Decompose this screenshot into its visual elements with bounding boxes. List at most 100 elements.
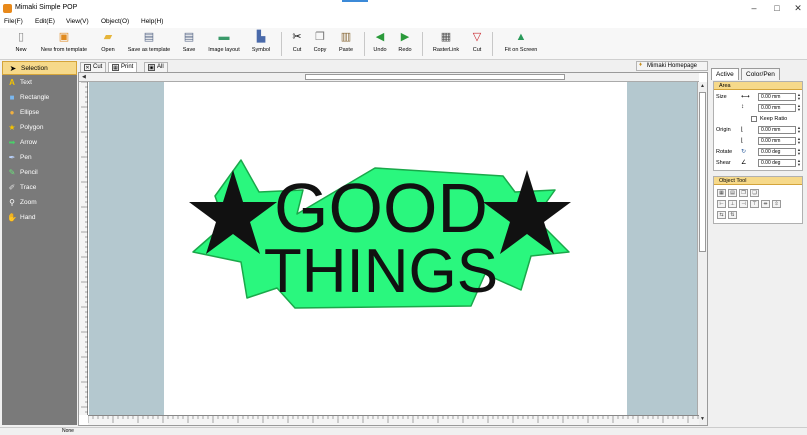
save-as-template-button[interactable]: ▤ Save as template [122,30,176,58]
horizontal-ruler [88,415,699,425]
ellipse-icon: ● [9,108,15,117]
toolbar-separator [492,32,493,56]
align-center-icon[interactable]: ⊥ [728,200,737,208]
front-icon[interactable]: ❐ [739,189,748,197]
fit-on-screen-button[interactable]: ▲ Fit on Screen [500,30,542,58]
menu-view[interactable]: View(V) [66,18,89,25]
flip-icon[interactable]: ⇅ [728,211,737,219]
distribute-v-icon[interactable]: ⇳ [772,200,781,208]
scroll-thumb[interactable] [305,74,565,80]
paste-button[interactable]: ▥ Paste [335,30,357,58]
height-input[interactable]: 0.00 mm [758,104,796,112]
arrow-icon: ➡ [8,138,16,147]
tool-text[interactable]: A Text [2,76,77,90]
height-icon: ↕ [741,104,744,110]
object-tool-title: Object Tool [714,177,802,185]
align-top-icon[interactable]: ⊤ [750,200,759,208]
good-things-artwork[interactable]: GOOD THINGS [185,156,575,316]
rotate-spinner[interactable]: ▲ ▼ [797,148,803,156]
origin-x-icon: ⌊ [741,127,744,133]
align-right-icon[interactable]: ⊣ [739,200,748,208]
arrow-cursor-icon: ➤ [9,64,17,73]
tool-rectangle[interactable]: ■ Rectangle [2,91,77,105]
mimaki-homepage-link[interactable]: ♦ Mimaki Homepage [636,61,708,71]
group-icon[interactable]: ▦ [717,189,726,197]
tab-cut[interactable]: ✕ Cut [80,62,107,72]
tab-color-pen[interactable]: Color/Pen [741,68,780,80]
distribute-h-icon[interactable]: ⇹ [761,200,770,208]
vertical-scroll-thumb[interactable] [699,92,706,252]
undo-button[interactable]: ◀ Undo [370,30,390,58]
menu-file[interactable]: File(F) [4,18,23,25]
copy-button[interactable]: ❐ Copy [310,30,330,58]
tool-pencil[interactable]: ✎ Pencil [2,166,77,180]
symbol-button[interactable]: ▙ Symbol [248,30,274,58]
template-icon: ▣ [58,31,70,43]
scroll-up-icon[interactable]: ▲ [700,83,705,89]
ungroup-icon[interactable]: ▤ [728,189,737,197]
size-width-row: Size ⟷ 0.00 mm ▲ ▼ [714,93,804,102]
cut-plot-button[interactable]: ▽ Cut [468,30,486,58]
menu-edit[interactable]: Edit(E) [35,18,55,25]
toolbar-separator [364,32,365,56]
vertical-scrollbar[interactable]: ▲ ▼ [697,82,707,425]
properties-panel: Active Color/Pen Area Size ⟷ 0.00 mm ▲ ▼ … [709,61,807,425]
tool-selection[interactable]: ➤ Selection [2,61,77,75]
window-title: Mimaki Simple POP [15,4,78,11]
open-button[interactable]: ▰ Open [97,30,119,58]
star-icon: ★ [8,123,16,132]
minimize-button[interactable]: – [747,3,761,14]
size-height-row: ↕ 0.00 mm ▲ ▼ [714,104,804,113]
origin-y-input[interactable]: 0.00 mm [758,137,796,145]
origin-y-spinner[interactable]: ▲ ▼ [797,137,803,145]
shear-input[interactable]: 0.00 deg [758,159,796,167]
horizontal-scrollbar-top[interactable]: ◀ [79,73,699,82]
object-tool-section: Object Tool ▦ ▤ ❐ ❏ ⊢ ⊥ ⊣ ⊤ ⇹ ⇳ ⇆ ⇅ [713,176,803,224]
pencil-icon: ✎ [8,168,16,177]
title-bar: Mimaki Simple POP – □ ✕ [0,0,807,17]
cut-button[interactable]: ✂ Cut [288,30,306,58]
mirror-icon[interactable]: ⇆ [717,211,726,219]
height-spinner[interactable]: ▲ ▼ [797,104,803,112]
shear-icon: ∠ [741,160,747,166]
align-left-icon[interactable]: ⊢ [717,200,726,208]
toolbar-separator [281,32,282,56]
new-button[interactable]: ▯ New [10,30,32,58]
keep-ratio-row: Keep Ratio [714,115,804,124]
origin-x-input[interactable]: 0.00 mm [758,126,796,134]
toolbar: ▯ New ▣ New from template ▰ Open ▤ Save … [0,28,807,60]
paste-icon: ▥ [340,31,352,43]
origin-x-spinner[interactable]: ▲ ▼ [797,126,803,134]
scroll-left-icon[interactable]: ◀ [82,74,86,80]
rasterlink-button[interactable]: ▦ RasterLink [429,30,463,58]
save-button[interactable]: ▤ Save [179,30,199,58]
width-spinner[interactable]: ▲ ▼ [797,93,803,101]
rotate-input[interactable]: 0.00 deg [758,148,796,156]
new-from-template-button[interactable]: ▣ New from template [35,30,93,58]
width-input[interactable]: 0.00 mm [758,93,796,101]
canvas-area[interactable]: ◀ GOOD THINGS ▲ ▼ [78,72,708,426]
image-layout-button[interactable]: ▬ Image layout [203,30,245,58]
tool-zoom[interactable]: ⚲ Zoom [2,196,77,210]
shear-spinner[interactable]: ▲ ▼ [797,159,803,167]
back-icon[interactable]: ❏ [750,189,759,197]
all-tab-icon: ▣ [148,64,155,71]
tab-all[interactable]: ▣ All [144,62,168,72]
tool-pen[interactable]: ✒ Pen [2,151,77,165]
tool-ellipse[interactable]: ● Ellipse [2,106,77,120]
text-icon: A [9,78,15,87]
tool-hand[interactable]: ✋ Hand [2,211,77,225]
tool-polygon[interactable]: ★ Polygon [2,121,77,135]
tool-arrow[interactable]: ➡ Arrow [2,136,77,150]
cut-plot-icon: ▽ [472,31,482,43]
scroll-down-icon[interactable]: ▼ [700,416,705,422]
tool-trace[interactable]: ✐ Trace [2,181,77,195]
redo-button[interactable]: ▶ Redo [395,30,415,58]
keep-ratio-checkbox[interactable] [751,116,757,122]
close-button[interactable]: ✕ [791,3,805,14]
menu-object[interactable]: Object(O) [101,18,129,25]
tab-print[interactable]: ▦ Print [108,62,138,72]
maximize-button[interactable]: □ [770,3,784,14]
tab-active[interactable]: Active [711,68,739,80]
menu-help[interactable]: Help(H) [141,18,163,25]
